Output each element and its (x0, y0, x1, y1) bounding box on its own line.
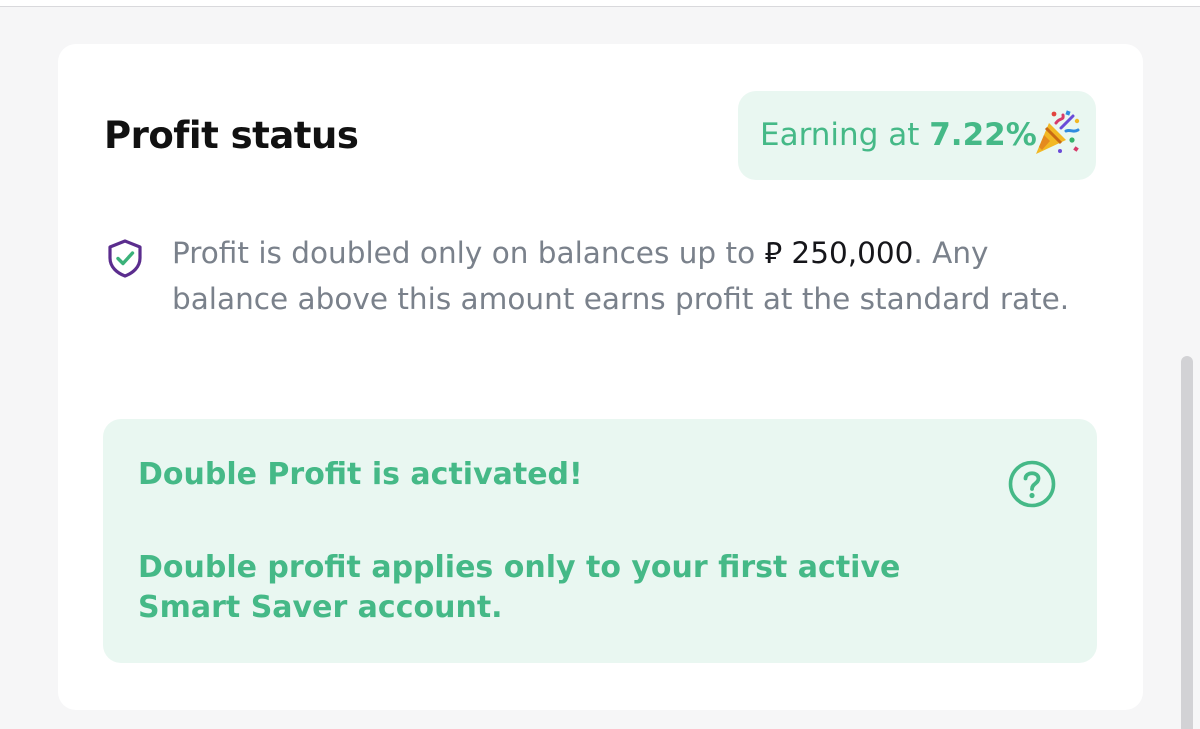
earning-rate-value: 7.22% (929, 117, 1037, 153)
notice-body: Double profit applies only to your first… (138, 550, 901, 625)
top-divider (0, 0, 1200, 7)
double-profit-notice: Double Profit is activated! Double profi… (103, 419, 1097, 663)
party-popper-icon (1036, 110, 1080, 154)
earning-rate-badge: Earning at 7.22% (738, 91, 1096, 180)
card-title: Profit status (104, 114, 359, 157)
earning-rate-text: Earning at 7.22% (760, 113, 1037, 157)
profit-status-card: Profit status Earning at 7.22% Profit is… (58, 44, 1143, 710)
notice-title: Double Profit is activated! (138, 457, 583, 492)
limit-amount: ⃁ 250,000 (765, 236, 914, 270)
help-circle-icon[interactable] (1007, 459, 1057, 509)
scrollbar-thumb[interactable] (1181, 356, 1193, 729)
shield-check-icon (108, 239, 142, 278)
earning-rate-prefix: Earning at (760, 117, 930, 153)
info-text-lead: Profit is doubled only on balances up to (172, 236, 765, 270)
limit-amount-value: 250,000 (791, 236, 914, 270)
balance-limit-info: Profit is doubled only on balances up to… (172, 230, 1092, 322)
currency-symbol: ⃁ (764, 236, 783, 270)
